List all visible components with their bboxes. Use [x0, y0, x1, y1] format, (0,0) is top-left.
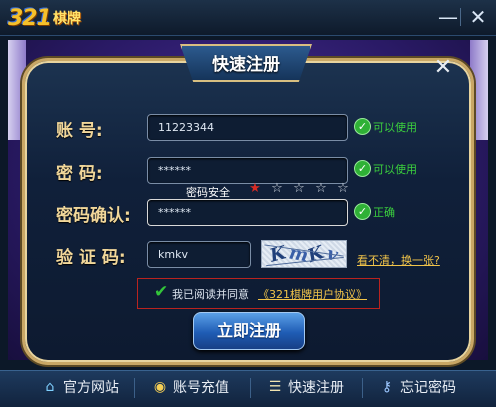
confirm-label: 密码确认:	[56, 206, 131, 226]
star-icon: ☆	[271, 181, 283, 196]
password-status-text: 可以使用	[373, 162, 417, 176]
password-strength-label: 密码安全	[186, 186, 230, 199]
agreement-link[interactable]: 《321棋牌用户协议》	[258, 286, 367, 302]
document-icon: ☰	[268, 379, 282, 395]
star-icon: ★	[249, 181, 261, 196]
captcha-input[interactable]: kmkv	[147, 241, 251, 268]
captcha-label: 验 证 码:	[56, 248, 126, 268]
agree-text: 我已阅读并同意	[172, 288, 249, 301]
nav-official-site-label: 官方网站	[63, 380, 119, 396]
check-circle-icon: ✓	[354, 118, 371, 135]
coin-icon: ◉	[153, 379, 167, 395]
password-strength-stars: ★ ☆ ☆ ☆ ☆	[244, 181, 354, 196]
nav-divider	[362, 378, 363, 398]
nav-official-site[interactable]: ⌂ 官方网站	[41, 377, 119, 397]
nav-quick-register[interactable]: ☰ 快速注册	[266, 377, 344, 397]
password-input[interactable]: ******	[147, 157, 348, 184]
password-label: 密 码:	[56, 164, 103, 184]
dialog-title: 快速注册	[212, 55, 280, 75]
nav-forgot-password[interactable]: ⚷ 忘记密码	[378, 377, 456, 397]
account-status: ✓ 可以使用	[354, 118, 417, 135]
home-icon: ⌂	[45, 379, 55, 395]
logo-number: 321	[8, 5, 52, 31]
minimize-button[interactable]: —	[436, 6, 460, 28]
window-close-button[interactable]: ✕	[466, 6, 490, 28]
account-status-text: 可以使用	[373, 120, 417, 134]
title-bar: 321 棋牌 — ✕	[0, 0, 496, 36]
account-input[interactable]: 11223344	[147, 114, 348, 141]
captcha-image[interactable]: KmKv	[261, 240, 347, 268]
check-circle-icon: ✓	[354, 160, 371, 177]
nav-recharge-label: 账号充值	[173, 380, 229, 396]
register-submit-button[interactable]: 立即注册	[193, 312, 305, 350]
register-window: 321 棋牌 — ✕ 快速注册 ✕ 账 号: 11223344 ✓ 可以使用 密…	[0, 0, 496, 407]
app-logo: 321 棋牌	[8, 4, 81, 32]
key-icon: ⚷	[381, 379, 393, 395]
password-status: ✓ 可以使用	[354, 160, 417, 177]
title-divider	[460, 8, 461, 26]
nav-forgot-password-label: 忘记密码	[400, 380, 456, 396]
logo-text: 棋牌	[52, 11, 81, 27]
star-icon: ☆	[293, 181, 305, 196]
nav-recharge[interactable]: ◉ 账号充值	[151, 377, 229, 397]
nav-divider	[134, 378, 135, 398]
confirm-password-input[interactable]: ******	[147, 199, 348, 226]
star-icon: ☆	[315, 181, 327, 196]
check-circle-icon: ✓	[354, 203, 371, 220]
confirm-status-text: 正确	[373, 205, 395, 219]
dialog-close-button[interactable]: ✕	[432, 57, 454, 80]
confirm-status: ✓ 正确	[354, 203, 395, 220]
account-label: 账 号:	[56, 121, 103, 141]
nav-quick-register-label: 快速注册	[288, 380, 344, 396]
star-icon: ☆	[337, 181, 349, 196]
captcha-refresh-link[interactable]: 看不清，换一张?	[357, 252, 440, 268]
agree-checkbox[interactable]: ✔	[154, 284, 170, 301]
nav-divider	[250, 378, 251, 398]
